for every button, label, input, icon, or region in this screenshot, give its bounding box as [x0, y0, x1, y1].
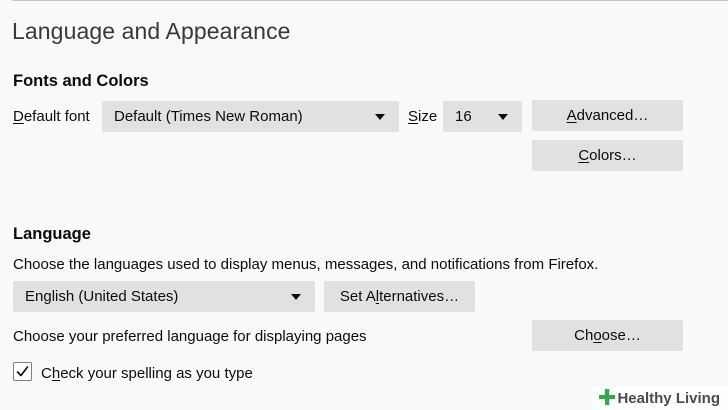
- language-description: Choose the languages used to display men…: [13, 256, 599, 273]
- section-title: Language and Appearance: [12, 18, 291, 44]
- spellcheck-checkbox[interactable]: [13, 362, 32, 381]
- choose-language-button[interactable]: Ch o ose…: [532, 320, 683, 351]
- top-divider: [12, 0, 728, 1]
- spellcheck-label-after: eck your spelling as you type: [60, 365, 253, 382]
- choose-mnemonic: o: [593, 327, 602, 344]
- size-label-mnemonic: S: [408, 108, 419, 125]
- chevron-down-icon: [375, 113, 385, 120]
- advanced-fonts-button[interactable]: Advanced…: [532, 100, 683, 131]
- ui-language-value: English (United States): [25, 288, 179, 305]
- checkmark-icon: [16, 366, 29, 377]
- font-size-value: 16: [455, 108, 472, 125]
- default-font-label-rest: efault font: [23, 108, 90, 125]
- colors-mnemonic: C: [578, 147, 590, 164]
- language-heading: Language: [13, 225, 91, 243]
- ui-language-dropdown[interactable]: English (United States): [13, 281, 315, 312]
- default-font-dropdown[interactable]: Default (Times New Roman): [102, 101, 399, 132]
- advanced-mnemonic: A: [566, 107, 577, 124]
- watermark-logo: ✚ Healthy Living: [592, 386, 728, 410]
- set-alternatives-after: ternatives…: [379, 288, 460, 305]
- size-label: Size: [408, 108, 437, 125]
- advanced-label-rest: dvanced…: [576, 107, 649, 124]
- colors-label-rest: olors…: [589, 147, 637, 164]
- page-language-label: Choose your preferred language for displ…: [13, 328, 367, 345]
- colors-button[interactable]: Colors…: [532, 140, 683, 171]
- fonts-and-colors-heading: Fonts and Colors: [13, 72, 149, 90]
- plus-icon: ✚: [598, 385, 617, 410]
- default-font-label: Default font: [13, 108, 90, 125]
- font-size-dropdown[interactable]: 16: [443, 101, 522, 132]
- default-font-value: Default (Times New Roman): [114, 108, 303, 125]
- choose-after: ose…: [601, 327, 641, 344]
- spellcheck-label[interactable]: Check your spelling as you type: [41, 365, 253, 382]
- chevron-down-icon: [291, 293, 301, 300]
- spellcheck-label-before: C: [41, 365, 52, 382]
- choose-before: Ch: [574, 327, 594, 344]
- set-alternatives-button[interactable]: Set Al ternatives…: [324, 281, 475, 312]
- size-label-rest: ize: [418, 108, 438, 125]
- spellcheck-label-mnemonic: h: [51, 365, 61, 382]
- set-alternatives-before: Set A: [339, 288, 376, 305]
- default-font-label-mnemonic: D: [13, 108, 24, 125]
- watermark-text: Healthy Living: [617, 389, 720, 407]
- chevron-down-icon: [498, 113, 508, 120]
